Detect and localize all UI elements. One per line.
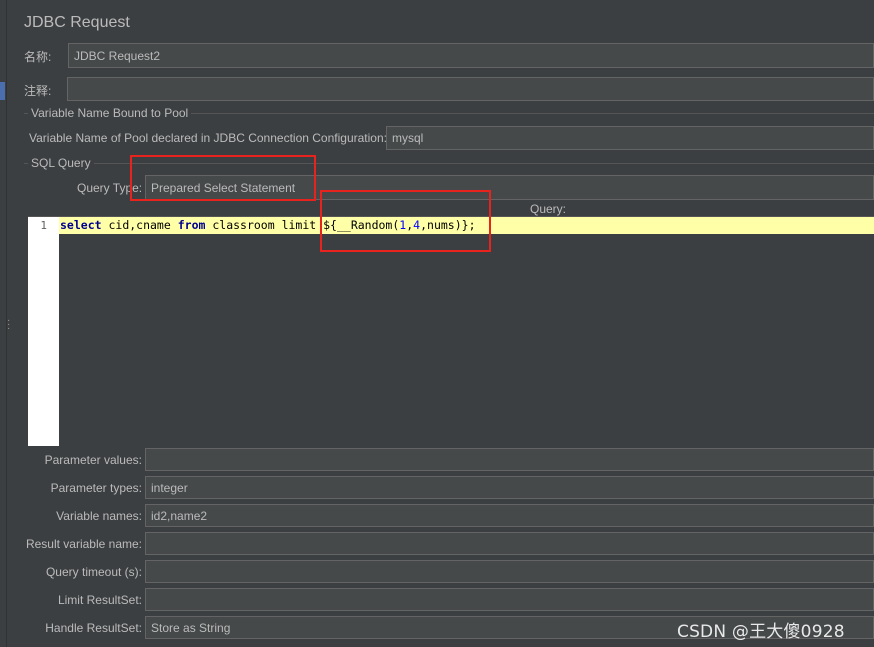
name-label: 名称: bbox=[24, 50, 52, 64]
pool-name-input[interactable]: mysql bbox=[386, 126, 874, 150]
variable-names-input[interactable]: id2,name2 bbox=[145, 504, 874, 527]
annotation-box-query-type bbox=[130, 155, 316, 201]
query-timeout-label: Query timeout (s): bbox=[45, 565, 142, 579]
name-input[interactable]: JDBC Request2 bbox=[68, 43, 874, 68]
tree-selection-marker bbox=[0, 82, 5, 100]
code-table-limit: classroom limit bbox=[205, 218, 324, 232]
editor-gutter: 1 bbox=[28, 217, 59, 446]
pool-name-label: Variable Name of Pool declared in JDBC C… bbox=[29, 131, 387, 145]
comment-label: 注释: bbox=[24, 84, 52, 98]
limit-resultset-input[interactable] bbox=[145, 588, 874, 611]
param-types-input[interactable]: integer bbox=[145, 476, 874, 499]
jdbc-request-panel: · · · JDBC Request 名称: JDBC Request2 注释: V… bbox=[0, 0, 874, 647]
result-variable-input[interactable] bbox=[145, 532, 874, 555]
keyword-select: select bbox=[60, 218, 102, 232]
variable-names-label: Variable names: bbox=[56, 509, 142, 523]
pool-section-heading: Variable Name Bound to Pool bbox=[28, 106, 192, 120]
limit-resultset-label: Limit ResultSet: bbox=[57, 593, 142, 607]
param-types-label: Parameter types: bbox=[50, 481, 142, 495]
panel-title: JDBC Request bbox=[24, 14, 130, 31]
query-timeout-input[interactable] bbox=[145, 560, 874, 583]
param-values-label: Parameter values: bbox=[44, 453, 142, 467]
param-values-input[interactable] bbox=[145, 448, 874, 471]
csdn-watermark: CSDN @王大傻0928 bbox=[677, 622, 845, 642]
query-column-header: Query: bbox=[530, 202, 567, 216]
keyword-from: from bbox=[177, 218, 206, 232]
result-variable-label: Result variable name: bbox=[25, 537, 142, 551]
handle-resultset-label: Handle ResultSet: bbox=[45, 621, 142, 635]
line-number: 1 bbox=[40, 219, 47, 232]
annotation-box-random-function bbox=[320, 190, 491, 252]
comment-input[interactable] bbox=[67, 77, 874, 101]
drag-handle-icon[interactable]: · · · bbox=[7, 316, 10, 334]
sql-section-heading: SQL Query bbox=[28, 156, 94, 170]
code-columns: cid,cname bbox=[101, 218, 178, 232]
